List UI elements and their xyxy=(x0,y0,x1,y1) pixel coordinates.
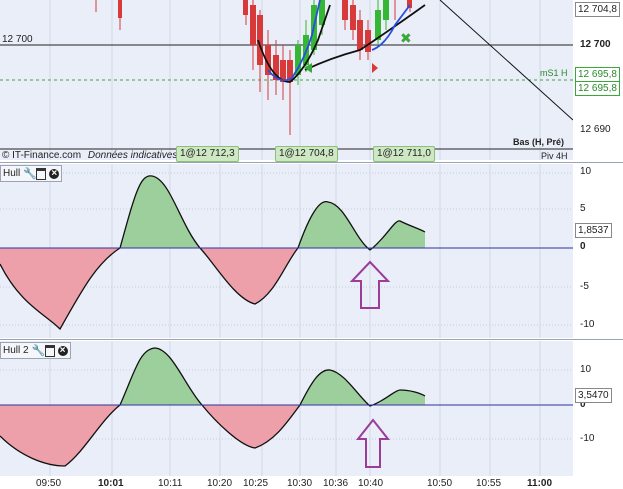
time-tick-1040: 10:40 xyxy=(358,478,384,489)
hull2-tick-m10: -10 xyxy=(580,433,595,444)
wrench-icon[interactable]: 🔧 xyxy=(23,168,37,179)
hull2-tick-10: 10 xyxy=(580,364,592,375)
hull2-header[interactable]: Hull 2 🔧 × xyxy=(0,342,71,359)
hull-tick-m10: -10 xyxy=(580,319,595,330)
price-tick-12700: 12 700 xyxy=(580,39,611,50)
time-tick-1001: 10:01 xyxy=(98,478,124,489)
up-arrow-icon xyxy=(355,418,391,468)
wrench-icon[interactable]: 🔧 xyxy=(32,345,46,356)
piv-label: Piv 4H xyxy=(541,151,568,161)
time-tick-1036: 10:36 xyxy=(323,478,349,489)
trend-line xyxy=(439,0,573,121)
hull2-value-tag: 3,5470 xyxy=(575,388,612,403)
hull2-chart-svg xyxy=(0,341,573,476)
trade-marker-1[interactable]: 1@12 712,3 xyxy=(176,146,239,162)
hull-value-tag: 1,8537 xyxy=(575,223,612,238)
bas-label: Bas (H, Pré) xyxy=(513,137,565,147)
time-tick-1025: 10:25 xyxy=(243,478,269,489)
ref-line-label: 12 700 xyxy=(2,34,33,45)
time-tick-1050: 10:50 xyxy=(427,478,453,489)
candles xyxy=(95,0,412,135)
price-tick-12690: 12 690 xyxy=(580,124,611,135)
hull-header[interactable]: Hull 🔧 × xyxy=(0,165,63,182)
time-tick-0950: 09:50 xyxy=(36,478,62,489)
window-icon[interactable] xyxy=(44,344,55,357)
hull2-title: Hull 2 xyxy=(3,345,29,356)
hull-chart-svg xyxy=(0,164,573,338)
source-text: © IT-Finance.com xyxy=(2,150,82,161)
data-note: Données indicatives xyxy=(87,150,178,161)
time-tick-1020: 10:20 xyxy=(207,478,233,489)
hull-tick-5: 5 xyxy=(580,203,586,214)
close-icon[interactable]: × xyxy=(49,168,60,179)
price-tag-current: 12 704,8 xyxy=(575,2,620,17)
price-chart-svg: ✖ xyxy=(0,0,573,160)
time-tick-1011: 10:11 xyxy=(158,478,183,489)
svg-text:✖: ✖ xyxy=(400,31,412,47)
hull-tick-0: 0 xyxy=(580,241,586,252)
hull-title: Hull xyxy=(3,168,21,179)
time-tick-1030: 10:30 xyxy=(287,478,313,489)
close-icon[interactable]: × xyxy=(57,345,68,356)
ms1-label: mS1 H xyxy=(540,68,568,78)
hull-tick-m5: -5 xyxy=(580,281,589,292)
price-tag-level1: 12 695,8 xyxy=(575,67,620,82)
trade-marker-2[interactable]: 1@12 704,8 xyxy=(275,146,338,162)
window-icon[interactable] xyxy=(36,167,47,180)
time-tick-1100: 11:00 xyxy=(527,478,553,489)
hull-tick-10: 10 xyxy=(580,166,592,177)
source-label[interactable]: © IT-Finance.com Données indicatives xyxy=(2,150,177,161)
price-tag-level2: 12 695,8 xyxy=(575,81,620,96)
trade-marker-3[interactable]: 1@12 711,0 xyxy=(373,146,435,162)
time-tick-1055: 10:55 xyxy=(476,478,502,489)
